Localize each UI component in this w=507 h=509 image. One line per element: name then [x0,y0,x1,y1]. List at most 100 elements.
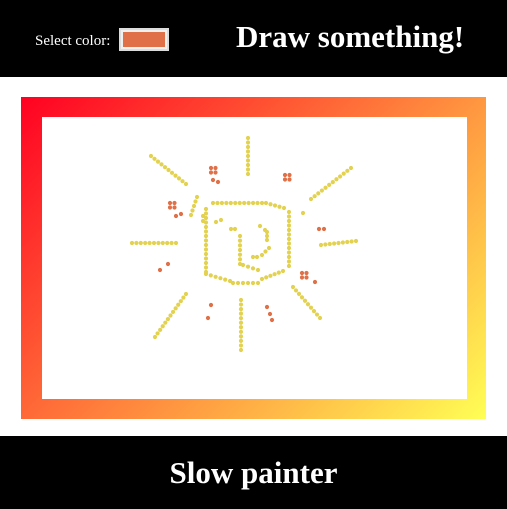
paint-dot [336,240,341,246]
paint-dot [245,171,251,177]
paint-dot [250,280,256,286]
paint-dot [245,162,251,168]
paint-dot [238,343,244,348]
paint-dot [238,320,244,325]
paint-dot [259,200,265,206]
paint-dot [203,260,209,266]
paint-dot [267,311,273,317]
paint-dot [158,327,163,332]
paint-dot [237,243,243,248]
footer-title: Slow painter [169,455,338,490]
paint-dot [188,212,194,218]
paint-dot [213,170,218,175]
paint-dot [219,200,225,206]
paint-dot [282,172,288,178]
paint-dot [246,200,251,206]
paint-dot [240,262,246,268]
paint-dot [332,241,337,246]
paint-dot [228,200,233,206]
paint-dot [237,247,243,253]
paint-dot [316,191,321,196]
paint-dot [238,334,244,339]
paint-dot [183,181,189,187]
paint-dot [238,297,244,303]
paint-dot [203,224,209,230]
paint-dot [286,218,292,224]
paint-dot [215,200,220,206]
paint-dot [210,177,216,183]
paint-dot [296,291,302,296]
paint-dot [345,239,350,245]
paint-dot [167,200,173,206]
paint-dot [250,200,256,206]
paint-dot [183,291,189,297]
paint-dot [255,267,261,273]
paint-dot [323,242,328,247]
paint-dot [255,280,261,286]
paint-dot [203,271,209,277]
paint-dot [348,165,354,171]
paint-dot [143,240,148,246]
paint-dot [238,338,244,344]
paint-dot [263,200,269,206]
drawing-canvas[interactable] [42,117,467,399]
paint-dot [263,249,268,254]
paint-dot [272,272,277,277]
paint-dot [280,268,286,274]
paint-dot [155,159,161,164]
paint-dot [203,256,209,261]
paint-dot [232,226,238,232]
paint-dot [245,135,251,141]
paint-dot [255,200,260,206]
paint-dot [264,233,270,239]
paint-dot [287,177,292,182]
paint-dot [213,219,219,225]
paint-dot [203,242,209,248]
paint-dot [269,317,275,323]
paint-dot [264,304,270,310]
paint-dot [277,204,282,209]
paint-dot [160,240,165,246]
selected-color-swatch [123,32,165,47]
paint-dot [286,241,292,246]
paint-dot [162,165,168,170]
paint-dot [228,226,234,232]
paint-dot [264,229,270,235]
paint-dot [264,275,269,280]
paint-dot [181,295,186,300]
paint-dot [286,250,292,255]
paint-dot [205,315,211,321]
paint-dot [238,302,244,307]
paint-dot [194,194,200,200]
paint-dot [337,174,343,179]
paint-dot [302,298,308,303]
paint-dot [276,270,281,275]
paint-dot [268,273,273,278]
paint-dot [238,311,244,316]
paint-dot [257,223,263,229]
paint-dot [190,208,195,213]
paint-dot [178,211,184,217]
paint-dot [245,140,251,145]
paint-dot [237,200,242,206]
paint-dot [287,172,292,178]
paint-dot [152,334,158,340]
paint-dot [282,177,288,182]
paint-dot [264,237,270,243]
paint-dot [327,241,332,247]
paint-dot [157,267,163,273]
paint-dot [208,165,214,171]
paint-dot [203,233,209,239]
paint-dot [176,176,182,181]
paint-dot [152,156,157,161]
paint-dot [334,177,339,182]
paint-dot [245,158,251,163]
paint-dot [223,277,228,282]
paint-dot [218,276,223,281]
paint-dot [172,205,177,210]
paint-dot [167,205,173,210]
paint-dot [224,200,229,206]
paint-dot [235,280,241,286]
paint-dot [281,205,287,211]
color-picker[interactable] [119,28,169,51]
